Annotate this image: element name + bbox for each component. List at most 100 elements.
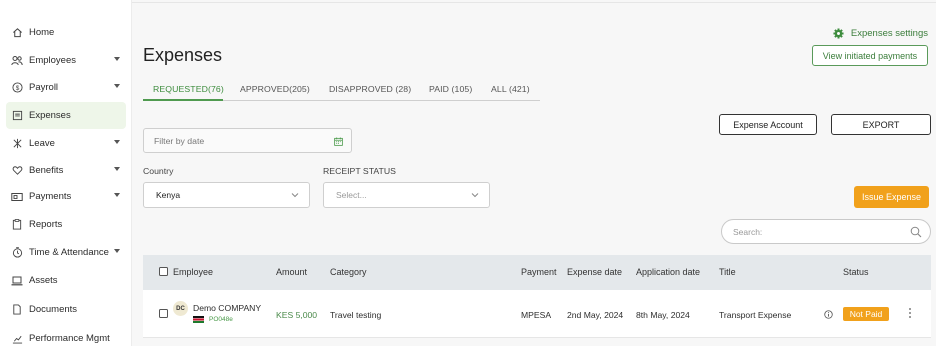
- more-options-icon[interactable]: [908, 307, 912, 319]
- column-header-employee[interactable]: Employee: [173, 267, 213, 277]
- sidebar-item-documents[interactable]: Documents: [6, 296, 126, 323]
- caret-down-icon: [114, 193, 120, 197]
- sidebar-item-label: Employees: [29, 55, 76, 66]
- receipt-status-placeholder: Select...: [336, 190, 367, 200]
- sidebar-item-payments[interactable]: Payments: [6, 183, 126, 210]
- sidebar-item-label: Home: [29, 27, 55, 38]
- main-content: Expenses settings View initiated payment…: [131, 0, 936, 346]
- avatar: DC: [173, 301, 188, 316]
- issue-expense-button[interactable]: Issue Expense: [854, 186, 929, 208]
- column-header-amount[interactable]: Amount: [276, 267, 307, 277]
- sidebar-item-time-attendance[interactable]: Time & Attendance: [6, 239, 126, 266]
- view-initiated-payments-button[interactable]: View initiated payments: [812, 45, 928, 66]
- export-button[interactable]: EXPORT: [831, 114, 931, 135]
- sidebar-item-label: Benefits: [29, 165, 64, 176]
- dollar-icon: $: [11, 82, 23, 94]
- date-filter-input[interactable]: Filter by date: [143, 128, 352, 153]
- calendar-icon: [334, 137, 343, 146]
- expense-account-button[interactable]: Expense Account: [719, 114, 817, 135]
- country-value: Kenya: [156, 190, 181, 200]
- heart-icon: [11, 165, 23, 177]
- gear-icon: [833, 28, 844, 39]
- sidebar-item-leave[interactable]: Leave: [6, 130, 126, 157]
- caret-down-icon: [114, 57, 120, 61]
- tab-approved[interactable]: APPROVED(205): [240, 84, 310, 94]
- title-cell: Transport Expense: [719, 310, 792, 320]
- table-row[interactable]: DC Demo COMPANY PO048e KES 5,000 Travel …: [143, 290, 931, 338]
- tab-requested[interactable]: REQUESTED(76): [153, 84, 224, 94]
- chevron-down-icon: [291, 193, 299, 198]
- users-icon: [11, 55, 23, 67]
- sidebar-item-payroll[interactable]: $ Payroll: [6, 74, 126, 101]
- home-icon: [11, 27, 23, 39]
- settings-label: Expenses settings: [850, 28, 928, 39]
- page-title: Expenses: [143, 45, 223, 65]
- sidebar-item-assets[interactable]: Assets: [6, 267, 126, 294]
- search-placeholder: Search:: [733, 226, 763, 237]
- expense-date-cell: 2nd May, 2024: [567, 310, 624, 320]
- column-header-application-date[interactable]: Application date: [636, 267, 700, 277]
- sidebar-item-expenses[interactable]: Expenses: [6, 102, 126, 129]
- active-tab-indicator: [143, 99, 223, 101]
- column-header-title[interactable]: Title: [719, 267, 736, 277]
- search-icon: [910, 226, 922, 238]
- column-header-category[interactable]: Category: [330, 267, 367, 277]
- employee-name[interactable]: Demo COMPANY: [193, 303, 261, 313]
- sidebar-item-performance[interactable]: Performance Mgmt: [6, 325, 126, 346]
- sidebar-item-label: Leave: [29, 138, 55, 149]
- receipt-icon: [11, 110, 23, 122]
- receipt-status-label: RECEIPT STATUS: [323, 166, 396, 176]
- row-checkbox[interactable]: [159, 309, 168, 318]
- sidebar-item-label: Assets: [29, 275, 58, 286]
- laptop-icon: [11, 275, 23, 287]
- column-header-payment[interactable]: Payment: [521, 267, 557, 277]
- amount-cell: KES 5,000: [276, 310, 318, 320]
- employee-code: PO048e: [209, 316, 233, 323]
- status-tabs: REQUESTED(76) APPROVED(205) DISAPPROVED …: [143, 80, 540, 101]
- sidebar: Home Employees $ Payroll Expenses Leave …: [0, 0, 131, 346]
- tab-paid[interactable]: PAID (105): [429, 84, 472, 94]
- sidebar-item-label: Time & Attendance: [29, 247, 109, 258]
- sidebar-item-employees[interactable]: Employees: [6, 47, 126, 74]
- caret-down-icon: [114, 140, 120, 144]
- receipt-status-select[interactable]: Select...: [323, 182, 490, 208]
- payment-cell: MPESA: [521, 310, 552, 320]
- sidebar-item-home[interactable]: Home: [6, 19, 126, 46]
- sidebar-item-benefits[interactable]: Benefits: [6, 157, 126, 184]
- chevron-down-icon: [471, 193, 479, 198]
- sidebar-item-label: Documents: [29, 304, 78, 315]
- table-header: Employee Amount Category Payment Expense…: [143, 255, 931, 290]
- search-input[interactable]: Search:: [721, 219, 931, 244]
- svg-text:$: $: [15, 85, 19, 92]
- column-header-expense-date[interactable]: Expense date: [567, 267, 622, 277]
- country-label: Country: [143, 166, 174, 176]
- tab-disapproved[interactable]: DISAPPROVED (28): [329, 84, 411, 94]
- sidebar-item-reports[interactable]: Reports: [6, 211, 126, 238]
- expenses-settings-link[interactable]: Expenses settings: [833, 28, 928, 39]
- select-all-checkbox[interactable]: [159, 267, 168, 276]
- leave-icon: [11, 138, 23, 150]
- clipboard-icon: [11, 219, 23, 231]
- tab-all[interactable]: ALL (421): [491, 84, 530, 94]
- chart-icon: [11, 333, 23, 345]
- kenya-flag-icon: [193, 316, 204, 323]
- sidebar-item-label: Payments: [29, 191, 72, 202]
- column-header-status[interactable]: Status: [843, 267, 869, 277]
- sidebar-item-label: Expenses: [29, 110, 71, 121]
- divider: [132, 2, 936, 3]
- status-badge: Not Paid: [843, 307, 889, 321]
- application-date-cell: 8th May, 2024: [636, 310, 690, 320]
- clock-icon: [11, 247, 23, 259]
- country-select[interactable]: Kenya: [143, 182, 310, 208]
- info-icon[interactable]: [824, 310, 833, 319]
- date-filter-placeholder: Filter by date: [154, 135, 205, 146]
- document-icon: [11, 304, 23, 316]
- sidebar-item-label: Performance Mgmt: [29, 333, 110, 344]
- category-cell: Travel testing: [330, 310, 382, 320]
- caret-down-icon: [114, 167, 120, 171]
- sidebar-item-label: Reports: [29, 219, 63, 230]
- sidebar-item-label: Payroll: [29, 82, 59, 93]
- caret-down-icon: [114, 84, 120, 88]
- card-icon: [11, 191, 23, 203]
- caret-down-icon: [114, 249, 120, 253]
